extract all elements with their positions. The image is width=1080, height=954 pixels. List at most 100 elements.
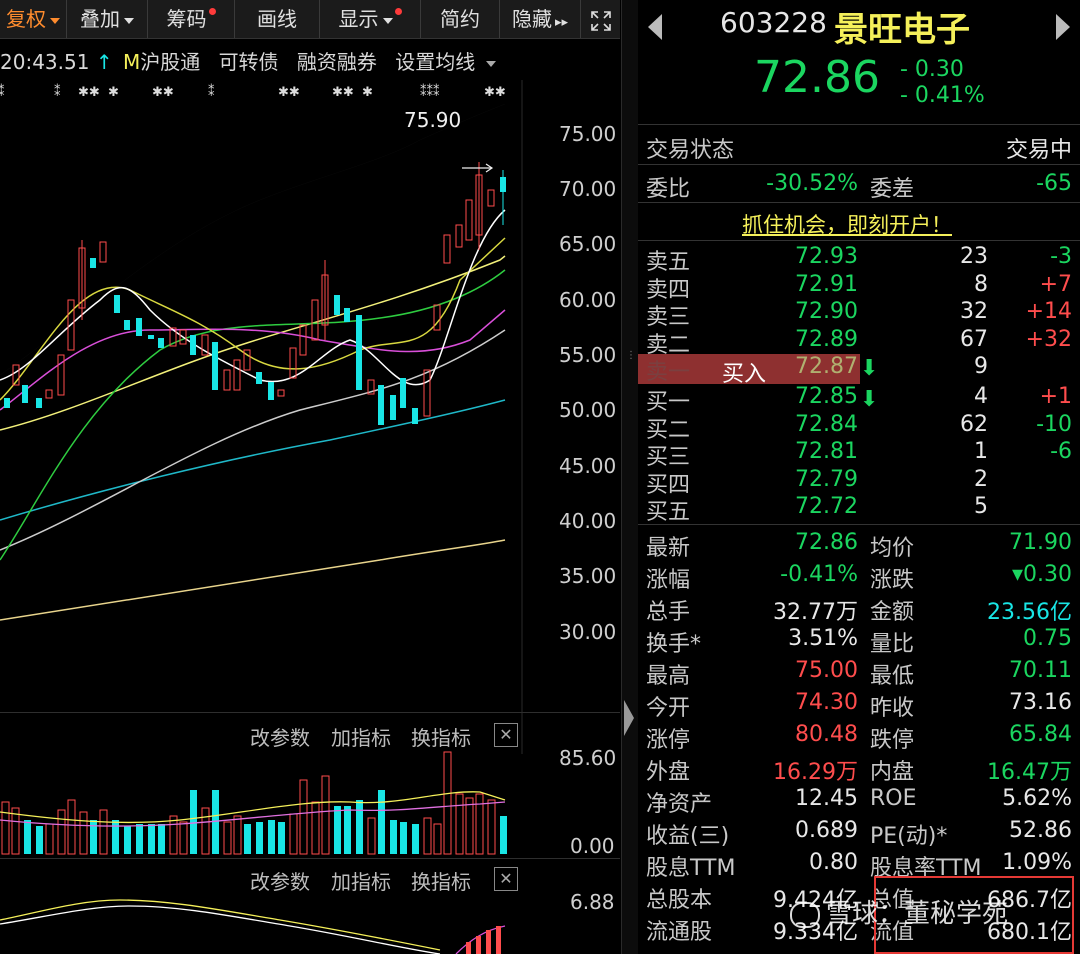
- stat-label: 外盘: [646, 760, 691, 785]
- stock-name: 景旺电子: [834, 10, 970, 50]
- trade-status-label: 交易状态: [646, 138, 735, 163]
- candle-down: [36, 398, 42, 408]
- up-arrow-icon: ↑: [95, 50, 113, 74]
- order-change: -10: [1036, 411, 1072, 437]
- set-ma-link[interactable]: 设置均线: [395, 50, 475, 74]
- toolbar-simple-button[interactable]: 简约: [421, 0, 500, 38]
- order-change: +14: [1025, 299, 1072, 325]
- order-volume: 62: [960, 411, 988, 437]
- stat-value: 0.75: [1023, 626, 1072, 651]
- margin-trading-link[interactable]: 融资融券: [297, 50, 377, 74]
- order-price: 72.79: [795, 466, 858, 492]
- stat-value: 71.90: [1009, 530, 1072, 555]
- toolbar-label: 画线: [257, 7, 297, 31]
- panel-splitter[interactable]: ⋮⋮: [621, 0, 646, 954]
- chevron-down-icon: [50, 17, 60, 24]
- watermark-text: 雪球：董秘学苑: [826, 899, 1009, 929]
- stat-label: 涨停: [646, 728, 691, 753]
- weicha-label: 委差: [870, 177, 915, 202]
- chevron-down-icon: [485, 60, 496, 67]
- event-marker-icon: ✱: [108, 85, 119, 100]
- candle-up: [299, 324, 307, 356]
- stat-label: 跌停: [870, 728, 915, 753]
- y-axis-label: 60.00: [559, 288, 617, 312]
- stat-label: 量比: [870, 632, 915, 657]
- order-price: 72.81: [795, 439, 858, 465]
- stat-value: 72.86: [795, 530, 858, 555]
- candlesticks: [4, 162, 506, 425]
- close-icon[interactable]: ✕: [494, 867, 518, 891]
- stat-label: 最高: [646, 664, 691, 689]
- kline-svg: ⁑ ⁑ ✱✱ ✱ ✱✱ ⁑ ✱✱ ✱✱ ✱ ⁑⁑⁑ ✱✱: [0, 80, 523, 754]
- y-axis-label: 35.00: [559, 564, 617, 588]
- next-stock-icon[interactable]: [1056, 14, 1070, 40]
- event-marker-icon: ✱✱: [78, 85, 100, 100]
- candle-up: [443, 234, 451, 264]
- ma-line-green: [0, 269, 506, 561]
- quote-panel: 603228 景旺电子 72.86 - 0.30 - 0.41% 交易状态 交易…: [638, 0, 1080, 954]
- stat-value: -0.41%: [780, 562, 858, 587]
- y-axis-label: 70.00: [559, 177, 617, 201]
- stat-value: 80.48: [795, 722, 858, 747]
- chart-time: 20:43.51: [0, 50, 90, 74]
- toolbar-overlay-button[interactable]: 叠加: [67, 0, 148, 38]
- order-volume: 9: [974, 354, 988, 380]
- hgt-link[interactable]: 沪股通: [140, 50, 200, 74]
- order-change: +1: [1039, 384, 1072, 409]
- stat-value: 73.16: [1009, 690, 1072, 715]
- stat-label: 最新: [646, 536, 691, 561]
- candle-down: [500, 177, 506, 192]
- y-axis-label: 75.00: [559, 122, 617, 146]
- convertible-bond-link[interactable]: 可转债: [219, 50, 279, 74]
- event-marker-icon: ✱✱: [484, 85, 506, 100]
- prev-stock-icon[interactable]: [648, 14, 662, 40]
- candle-up: [233, 359, 241, 391]
- open-account-link[interactable]: 抓住机会，即刻开户！: [742, 209, 952, 239]
- stat-value: 3.51%: [788, 626, 858, 651]
- candle-down: [22, 385, 28, 403]
- candle-down: [356, 315, 362, 390]
- collapse-arrow-icon[interactable]: [624, 700, 634, 736]
- event-marker-icon: ⁑: [0, 84, 5, 100]
- candle-down: [190, 335, 196, 355]
- indicator-chart-svg: [0, 899, 506, 954]
- expand-icon[interactable]: [581, 0, 620, 38]
- toolbar-fuquan-button[interactable]: 复权: [0, 0, 67, 38]
- candle-up: [455, 224, 463, 248]
- toolbar-label: 叠加: [80, 7, 120, 31]
- chevron-down-icon: [382, 17, 393, 24]
- toolbar-chips-button[interactable]: 筹码: [148, 0, 235, 38]
- stat-value: 16.29万: [773, 760, 858, 785]
- candle-up: [465, 199, 473, 241]
- stat-value: 65.84: [1009, 722, 1072, 747]
- toolbar-hide-button[interactable]: 隐藏 ▸▸: [500, 0, 581, 38]
- event-marker-icon: ⁑: [54, 84, 61, 100]
- order-change: -6: [1050, 439, 1072, 465]
- stat-label: 换手*: [646, 632, 702, 657]
- candle-up: [423, 369, 431, 417]
- candle-down: [344, 308, 350, 322]
- stat-label: 涨幅: [646, 568, 691, 593]
- toolbar-display-button[interactable]: 显示: [320, 0, 421, 38]
- candle-up: [99, 241, 107, 263]
- y-axis-label: 50.00: [559, 398, 617, 422]
- y-axis-label: 30.00: [559, 620, 617, 644]
- toolbar-draw-button[interactable]: 画线: [235, 0, 320, 38]
- stat-label: 收益(三): [646, 824, 730, 849]
- buy-button[interactable]: 买入: [722, 356, 766, 388]
- stat-label: 最低: [870, 664, 915, 689]
- order-volume: 23: [960, 244, 988, 269]
- trade-status-value: 交易中: [1005, 138, 1072, 163]
- volume-bars: [1, 751, 507, 855]
- stat-value: 0.689: [795, 818, 858, 843]
- order-volume: 32: [960, 299, 988, 325]
- toolbar-label: 显示: [338, 7, 379, 31]
- candle-down: [136, 318, 142, 336]
- order-book: 卖五 72.93 23 -3 卖四 72.91 8 +7 卖三 72.90 32 +14 卖二 72.89…: [638, 244, 1080, 525]
- toolbar-label: 复权: [6, 7, 46, 31]
- order-volume: 8: [974, 271, 988, 297]
- stat-value: 23.56亿: [987, 600, 1072, 625]
- kline-chart-area[interactable]: 20:43.51 ↑ M沪股通 可转债 融资融券 设置均线 ⁑ ⁑ ✱✱ ✱ ✱…: [0, 40, 620, 954]
- stat-value: ▾0.30: [1011, 562, 1072, 587]
- stat-value: 0.80: [809, 850, 858, 875]
